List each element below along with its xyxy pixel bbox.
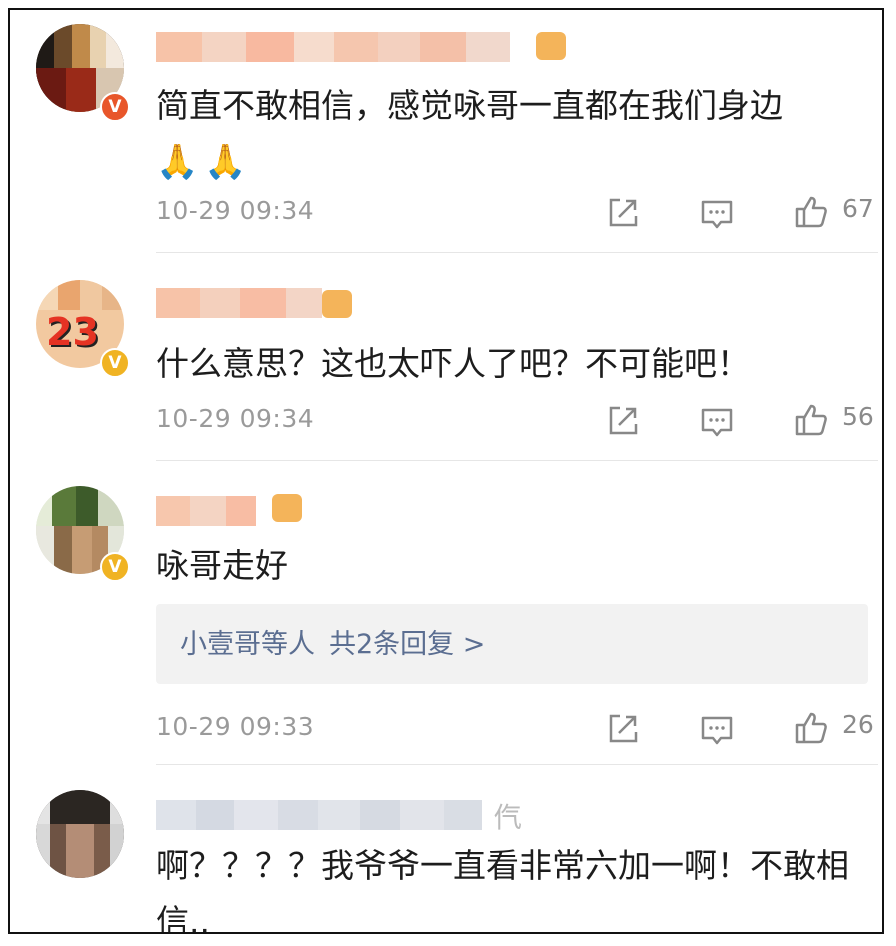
comment-text: 什么意思？这也太吓人了吧？不可能吧！ — [156, 344, 750, 383]
like-count: 67 — [842, 194, 874, 223]
thumbs-up-icon[interactable] — [794, 402, 828, 436]
avatar-number: 23 — [46, 310, 99, 354]
share-icon[interactable] — [606, 196, 640, 230]
fan-medal-icon — [322, 290, 352, 318]
thumbs-up-icon[interactable] — [794, 710, 828, 744]
like-count: 56 — [842, 402, 874, 431]
reply-preview[interactable]: 小壹哥等人 共2条回复 > — [156, 604, 868, 684]
comment-text: 啊？？？？我爷爷一直看非常六加一啊！不敢相信.. — [156, 846, 849, 934]
reply-link[interactable]: 小壹哥等人 共2条回复 > — [180, 622, 485, 661]
thumbs-up-icon[interactable] — [794, 194, 828, 228]
comment-list: V 简直不敢相信，感觉咏哥一直都在我们身边 🙏🙏 10-29 09:34 67 … — [8, 8, 884, 934]
divider — [156, 252, 878, 253]
verified-badge: V — [100, 348, 130, 378]
divider — [156, 764, 878, 765]
emoji-text: 🙏🙏 — [156, 142, 253, 182]
avatar[interactable] — [36, 790, 124, 878]
comment-actions: 56 — [598, 402, 878, 442]
comment-actions: 67 — [598, 194, 878, 234]
username-blurred[interactable] — [156, 288, 322, 318]
avatar-image — [36, 486, 124, 526]
comment-item: 㐹 啊？？？？我爷爷一直看非常六加一啊！不敢相信.. — [10, 766, 882, 934]
comment-item: 23 V 什么意思？这也太吓人了吧？不可能吧！ 10-29 09:34 56 — [10, 256, 882, 462]
share-icon[interactable] — [606, 712, 640, 746]
fan-medal-icon — [272, 494, 302, 522]
comment-time: 10-29 09:33 — [156, 712, 315, 741]
verified-badge: V — [100, 552, 130, 582]
divider — [156, 460, 878, 461]
reply-users: 小壹哥等人 — [180, 629, 315, 660]
comment-icon[interactable] — [700, 198, 734, 232]
comment-text: 简直不敢相信，感觉咏哥一直都在我们身边 — [156, 86, 783, 125]
comment-time: 10-29 09:34 — [156, 404, 315, 433]
comment-time: 10-29 09:34 — [156, 196, 315, 225]
avatar-image — [36, 790, 124, 824]
verified-badge: V — [100, 92, 130, 122]
username-blurred[interactable] — [156, 496, 256, 526]
comment-item: V 简直不敢相信，感觉咏哥一直都在我们身边 🙏🙏 10-29 09:34 67 — [10, 10, 882, 256]
username-blurred[interactable] — [156, 800, 482, 830]
avatar-image-lower — [36, 824, 124, 878]
like-count: 26 — [842, 710, 874, 739]
comment-icon[interactable] — [700, 714, 734, 748]
avatar-image — [36, 280, 124, 310]
username-blurred[interactable] — [156, 32, 510, 62]
comment-actions: 26 — [598, 710, 878, 750]
comment-item: V 咏哥走好 小壹哥等人 共2条回复 > 10-29 09:33 26 — [10, 462, 882, 766]
fan-medal-icon — [536, 32, 566, 60]
username-tail: 㐹 — [494, 801, 523, 834]
share-icon[interactable] — [606, 404, 640, 438]
comment-icon[interactable] — [700, 406, 734, 440]
reply-count: 共2条回复 > — [329, 629, 486, 660]
comment-text: 咏哥走好 — [156, 546, 288, 585]
